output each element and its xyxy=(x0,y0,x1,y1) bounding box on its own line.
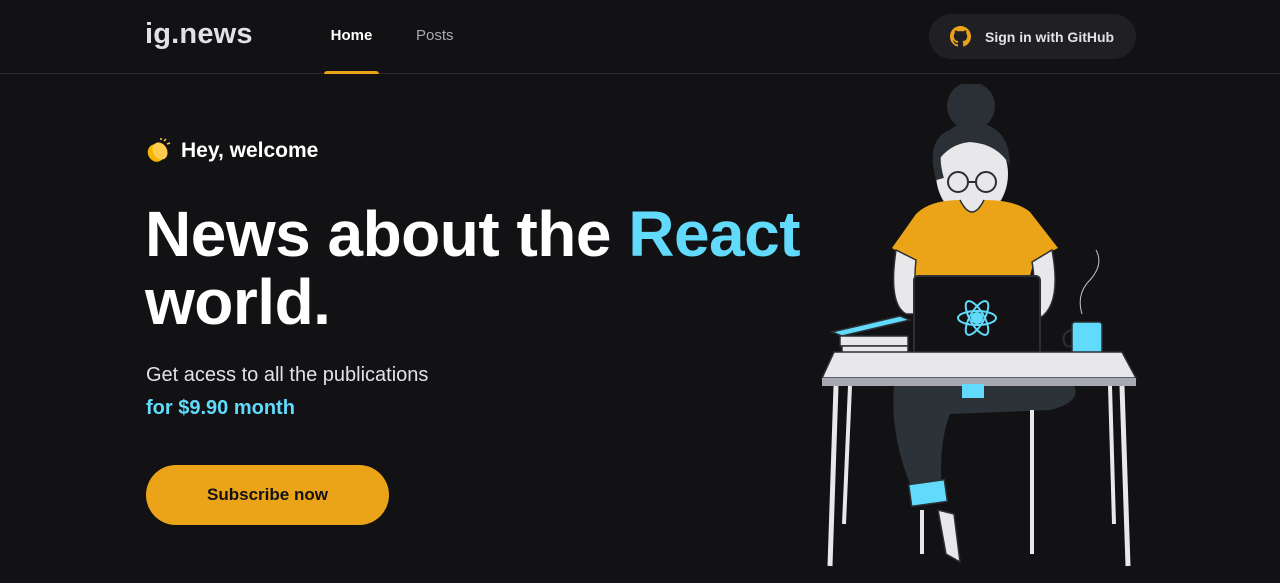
headline-accent: React xyxy=(628,198,801,270)
sign-in-with-github-button[interactable]: Sign in with GitHub xyxy=(929,14,1136,59)
welcome-text: Hey, welcome xyxy=(181,139,319,162)
hero-section: Hey, welcome xyxy=(145,138,318,164)
github-icon xyxy=(950,26,971,47)
clapping-hands-icon xyxy=(147,138,171,162)
headline-part1: News about the xyxy=(145,198,629,270)
header: ig.news Home Posts Sign in with GitHub xyxy=(0,0,1280,74)
headline-part2: world. xyxy=(145,266,331,338)
sign-in-label: Sign in with GitHub xyxy=(985,28,1115,45)
nav-posts[interactable]: Posts xyxy=(416,0,454,74)
subscribe-button[interactable]: Subscribe now xyxy=(146,465,389,525)
avatar-illustration xyxy=(820,84,1138,567)
headline: News about the React world. xyxy=(145,200,845,336)
welcome-line: Hey, welcome xyxy=(145,138,318,164)
price: for $9.90 month xyxy=(146,397,295,419)
subtitle: Get acess to all the publications xyxy=(146,364,429,386)
nav-home[interactable]: Home xyxy=(324,0,379,74)
logo[interactable]: ig.news xyxy=(145,18,253,51)
